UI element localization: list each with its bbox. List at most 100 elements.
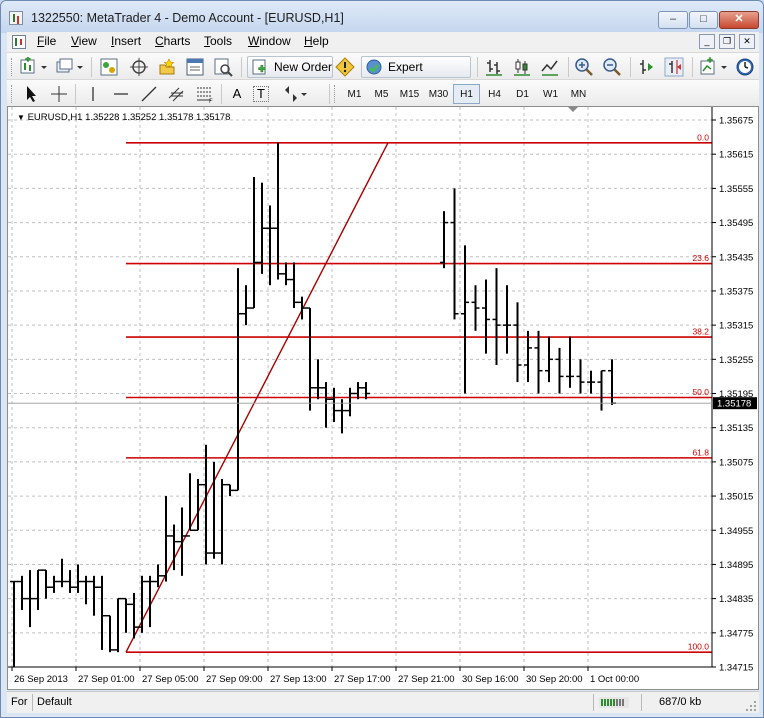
ohlc-bars [10,142,616,667]
timeframe-mn[interactable]: MN [565,84,592,104]
horizontal-line-icon[interactable] [111,84,131,104]
status-divider [32,694,33,711]
maximize-button[interactable]: □ [689,11,718,29]
timeframe-m15[interactable]: M15 [396,84,423,104]
timeframe-m30[interactable]: M30 [425,84,452,104]
status-divider [641,694,642,711]
cursor-icon[interactable] [21,84,41,104]
fibonacci-retracement: 0.0 23.6 38.2 50.0 61.8 100.0 [125,132,712,653]
price-chart[interactable]: 0.0 23.6 38.2 50.0 61.8 100.0 1.35675 1.35615 1… [8,107,758,689]
warning-icon[interactable] [335,57,355,77]
text-label-tool-button[interactable]: T [253,86,269,102]
timeframe-h4[interactable]: H4 [481,84,508,104]
chart-window[interactable]: 0.0 23.6 38.2 50.0 61.8 100.0 1.35675 1.35615 1… [7,106,759,690]
x-tick-label: 27 Sep 01:00 [78,674,135,685]
menu-insert[interactable]: Insert [111,34,141,48]
close-button[interactable]: ✕ [719,11,759,29]
toolbar-grip[interactable] [11,58,14,76]
x-tick-label: 1 Oct 00:00 [590,674,639,685]
timeframe-h1[interactable]: H1 [453,84,480,104]
profiles-icon[interactable] [55,57,75,77]
data-window-icon[interactable] [129,57,149,77]
y-tick-label: 1.35495 [719,218,753,229]
connection-status-icon[interactable] [599,697,629,708]
standard-toolbar: New Order Expert Advisors [7,52,759,94]
minimize-button[interactable]: – [658,11,688,29]
zoom-in-icon[interactable] [574,57,594,77]
timeframe-d1[interactable]: D1 [509,84,536,104]
x-tick-label: 27 Sep 13:00 [270,674,327,685]
y-tick-label: 1.35615 [719,150,753,161]
timeframe-m1[interactable]: M1 [341,84,368,104]
y-tick-label: 1.35075 [719,457,753,468]
timeframe-m5[interactable]: M5 [368,84,395,104]
mdi-close-button[interactable]: ✕ [739,34,755,49]
symbol-ohlc-text: EURUSD,H1 1.35228 1.35252 1.35178 1.3517… [27,112,231,123]
vertical-line-icon[interactable] [83,84,103,104]
y-tick-label: 1.35255 [719,355,753,366]
x-tick-label: 27 Sep 17:00 [334,674,391,685]
mdi-restore-button[interactable]: ❐ [719,34,735,49]
arrows-icon[interactable] [281,84,301,104]
chevron-down-icon[interactable] [299,84,309,104]
mdi-minimize-button[interactable]: _ [699,34,715,49]
clock-icon[interactable] [735,57,755,77]
auto-scroll-icon[interactable] [636,57,656,77]
tester-icon[interactable] [213,57,233,77]
y-tick-label: 1.35015 [719,492,753,503]
resize-grip-icon[interactable] [745,700,757,712]
chart-symbol-header: ▼ EURUSD,H1 1.35228 1.35252 1.35178 1.35… [17,112,231,123]
equidistant-channel-icon[interactable] [167,84,187,104]
indicators-icon[interactable] [699,57,719,77]
svg-text:F: F [209,99,213,104]
line-chart-icon[interactable] [540,57,560,77]
chart-shift-icon[interactable] [664,57,684,77]
x-tick-label: 30 Sep 20:00 [526,674,583,685]
title-bar[interactable]: 1322550: MetaTrader 4 - Demo Account - [… [1,1,763,33]
y-tick-label: 1.34895 [719,560,753,571]
chart-window-icon[interactable] [12,35,26,49]
menu-charts[interactable]: Charts [155,34,190,48]
new-chart-icon[interactable] [19,57,39,77]
y-tick-label: 1.35375 [719,286,753,297]
y-tick-label: 1.35315 [719,321,753,332]
terminal-icon[interactable] [185,57,205,77]
chevron-down-icon[interactable] [75,57,85,77]
status-traffic: 687/0 kb [659,696,702,708]
toolbar-grip[interactable] [11,85,14,103]
fib-level-label: 50.0 [692,387,709,397]
chevron-down-icon[interactable] [719,57,729,77]
toolbar-separator [221,84,222,104]
new-order-button[interactable]: New Order [247,56,333,78]
y-tick-label: 1.35555 [719,184,753,195]
trendline-icon[interactable] [139,84,159,104]
market-watch-icon[interactable] [99,57,119,77]
timeframe-w1[interactable]: W1 [537,84,564,104]
expert-advisors-button[interactable]: Expert Advisors [361,56,471,94]
current-price-label: 1.35178 [717,399,751,410]
x-tick-label: 27 Sep 21:00 [398,674,455,685]
drawing-toolbar: F A T M1 M5 M15 M30 H1 H4 D1 W1 MN [7,79,759,106]
status-help-text: For [11,696,28,708]
menu-tools[interactable]: Tools [204,34,232,48]
menu-file[interactable]: File [37,34,56,48]
status-profile[interactable]: Default [37,696,72,708]
zoom-out-icon[interactable] [602,57,622,77]
chevron-down-icon[interactable] [39,57,49,77]
navigator-icon[interactable] [157,57,177,77]
fibonacci-retracement-icon[interactable]: F [195,84,215,104]
menu-help[interactable]: Help [304,34,329,48]
metatrader-app-icon[interactable] [9,11,23,25]
toolbar-separator [477,57,478,77]
bar-chart-icon[interactable] [484,57,504,77]
menu-window[interactable]: Window [248,34,291,48]
candlestick-chart-icon[interactable] [512,57,532,77]
fib-level-label: 0.0 [697,132,709,142]
text-tool-button[interactable]: A [227,84,247,104]
menu-view[interactable]: View [71,34,97,48]
toolbar-grip[interactable] [334,85,337,103]
y-tick-label: 1.34835 [719,594,753,605]
window-title: 1322550: MetaTrader 4 - Demo Account - [… [31,11,344,25]
y-tick-label: 1.34775 [719,628,753,639]
crosshair-icon[interactable] [49,84,69,104]
